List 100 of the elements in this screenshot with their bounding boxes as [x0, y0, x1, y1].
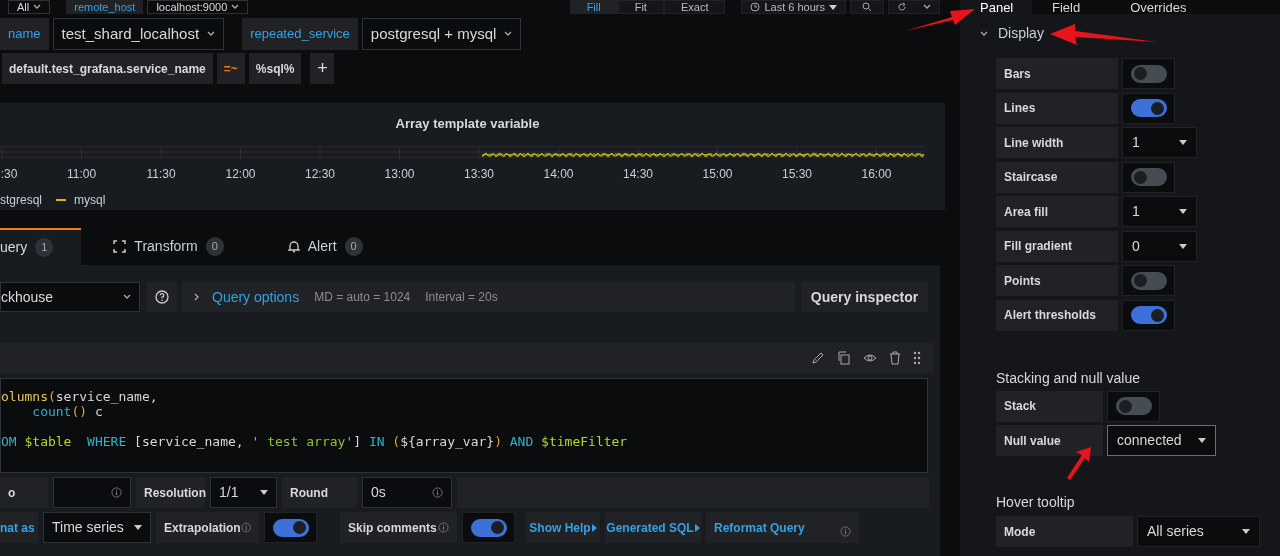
axis-label: 13:00 [384, 166, 415, 183]
toggle-link[interactable]: Generated SQL [605, 512, 701, 543]
axis-label: 14:30 [623, 166, 653, 183]
query-options-toggle[interactable]: Query options [182, 286, 300, 308]
variable-select[interactable]: postgresql + mysql [361, 18, 522, 50]
toggle-switch[interactable] [1122, 92, 1175, 124]
info-icon [438, 522, 449, 533]
dropdown-select[interactable]: Time series [43, 512, 151, 543]
option-label: Round [282, 477, 357, 508]
trash-icon[interactable] [889, 351, 901, 365]
caret-icon [1198, 438, 1206, 443]
time-range-picker[interactable]: Last 6 hours [741, 0, 846, 14]
axis-label: 13:30 [464, 166, 494, 183]
query-editor-tab[interactable]: Alert 0 [255, 228, 395, 265]
count-badge: 0 [344, 237, 363, 256]
toggle-switch[interactable] [462, 512, 515, 543]
info-icon [240, 522, 251, 533]
option-label: Stack [996, 390, 1103, 422]
view-mode-button[interactable]: Fill [569, 0, 618, 14]
help-button[interactable] [147, 282, 177, 312]
option-label: Staircase [996, 161, 1118, 193]
drag-handle-icon[interactable] [913, 351, 921, 365]
dropdown-select[interactable]: 0 [1122, 230, 1197, 262]
annotation-arrow [1067, 447, 1091, 480]
caret-icon [260, 490, 268, 495]
toggle-switch[interactable] [1107, 390, 1160, 422]
datasource-select[interactable]: ckhouse [0, 282, 140, 312]
option-label: Lines [996, 92, 1118, 124]
panel-editor-tab[interactable]: Overrides [1110, 0, 1207, 14]
chevron-down-icon [33, 4, 42, 10]
variable-select[interactable]: All [8, 0, 51, 14]
code-line: count() c [31, 404, 104, 419]
option-label: Bars [996, 58, 1118, 89]
axis-label: :30 [0, 166, 18, 183]
view-mode-button[interactable]: Exact [663, 0, 726, 14]
caret-icon [829, 4, 837, 10]
toggle-switch[interactable] [1122, 265, 1175, 296]
query-inspector-button[interactable]: Query inspector [801, 282, 928, 312]
pencil-icon[interactable] [811, 351, 825, 365]
toggle-switch[interactable] [264, 512, 317, 543]
caret-icon [134, 525, 142, 530]
query-editor-tab[interactable]: Transform 0 [81, 228, 256, 265]
legend-item[interactable]: mysql [74, 191, 106, 209]
eye-icon[interactable] [863, 351, 877, 365]
option-label: Resolution [136, 477, 205, 508]
option-label: Alert thresholds [996, 299, 1118, 331]
triangle-right-icon [694, 523, 700, 532]
panel-editor-tab[interactable]: Panel [960, 0, 1032, 14]
code-line: OM $table WHERE [service_name, ' test array'] IN (${array_var}) AND $timeFilter [1, 434, 629, 449]
bell-icon [287, 240, 300, 253]
filter-operator[interactable]: =~ [216, 53, 245, 84]
option-label: Points [996, 265, 1118, 296]
dropdown-select[interactable]: 1/1 [210, 477, 277, 508]
dropdown-select[interactable]: connected [1107, 425, 1216, 456]
refresh-button[interactable] [888, 0, 940, 14]
axis-label: 15:30 [782, 166, 812, 183]
query-options-summary: Interval = 20s [425, 289, 498, 306]
dropdown-select[interactable]: 1 [1122, 127, 1197, 158]
dropdown-select[interactable]: All series [1137, 516, 1260, 547]
query-options-summary: MD = auto = 1024 [314, 289, 411, 306]
variable-select[interactable]: test_shard_localhost [52, 18, 225, 50]
panel-editor-tab[interactable]: Field [1032, 0, 1101, 14]
panel-title: Array template variable [395, 114, 540, 133]
variable-select[interactable]: localhost:9000 [147, 0, 249, 14]
variable-label: repeated_service [242, 18, 358, 50]
caret-icon [1179, 209, 1187, 214]
dropdown-select[interactable]: 1 [1122, 196, 1197, 227]
option-label: o [0, 477, 48, 508]
info-icon [111, 487, 122, 498]
text-input[interactable]: 0s [362, 477, 452, 508]
code-editor[interactable]: olumns(service_name, count() c OM $table WHERE [service_name, ' test array'] IN (${array_var}) AND $timeFilter [0, 378, 928, 473]
option-label: Line width [996, 127, 1118, 158]
axis-label: 12:30 [305, 166, 335, 183]
axis-label: 11:00 [66, 166, 97, 183]
code-line: olumns(service_name, [1, 389, 159, 404]
text-input[interactable] [53, 477, 131, 508]
info-icon [840, 526, 851, 537]
count-badge: 1 [35, 238, 54, 257]
caret-icon [1179, 140, 1187, 145]
caret-icon [1179, 243, 1187, 249]
legend-item[interactable]: stgresql [0, 191, 43, 209]
info-icon [432, 487, 443, 498]
axis-label: 15:00 [702, 166, 733, 183]
toggle-switch[interactable] [1122, 161, 1175, 193]
view-mode-button[interactable]: Fit [617, 0, 664, 14]
option-label: Extrapolation [164, 519, 241, 537]
toggle-switch[interactable] [1122, 58, 1175, 89]
toggle-switch[interactable] [1122, 299, 1175, 331]
option-label: Null value [996, 425, 1103, 456]
refresh-icon [897, 2, 907, 12]
option-label: Fill gradient [996, 230, 1118, 262]
filter-key[interactable]: default.test_grafana.service_name [2, 53, 213, 84]
clock-icon [750, 2, 761, 12]
zoom-out-button[interactable] [850, 0, 884, 14]
toggle-link[interactable]: Show Help [526, 512, 600, 543]
query-editor-tab[interactable]: uery 1 [0, 228, 82, 265]
help-icon [155, 290, 169, 304]
copy-icon[interactable] [837, 351, 851, 365]
add-filter-button[interactable]: + [310, 53, 335, 84]
filter-value[interactable]: %sql% [248, 53, 302, 84]
